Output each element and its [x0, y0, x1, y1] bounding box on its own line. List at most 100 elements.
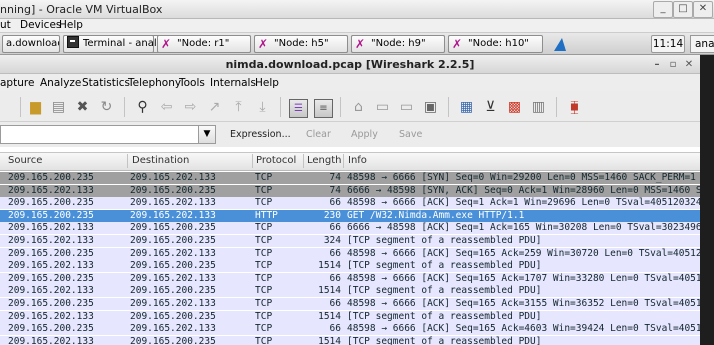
vbox-maximize-button[interactable]: □	[673, 1, 693, 18]
packet-length: 230	[323, 209, 341, 221]
table-row[interactable]: 209.165.202.133 209.165.200.235 TCP 1514 [TC…	[0, 285, 700, 298]
packet-info: 48598 → 6666 [ACK] Seq=165 Ack=259 Win=3…	[347, 247, 700, 259]
menu-tools[interactable]: Tools	[179, 77, 205, 89]
find-icon[interactable]: ⚲	[134, 99, 151, 116]
table-row[interactable]: 209.165.200.235 209.165.202.133 TCP 74 48598…	[0, 172, 700, 184]
save-filter-button[interactable]: Save	[399, 129, 422, 140]
display-filter-input[interactable]	[0, 125, 200, 144]
packet-destination: 209.165.200.235	[130, 222, 216, 234]
expression-button[interactable]: Expression...	[230, 129, 291, 140]
open-file-icon[interactable]: ▆	[27, 99, 44, 116]
terminal-icon	[67, 36, 79, 48]
packet-protocol: TCP	[255, 260, 273, 272]
packet-protocol: TCP	[255, 184, 273, 196]
packet-info: 48598 → 6666 [ACK] Seq=165 Ack=4603 Win=…	[347, 323, 700, 335]
clear-button[interactable]: Clear	[306, 129, 331, 140]
table-row[interactable]: 209.165.202.133 209.165.200.235 TCP 324 [TCP…	[0, 235, 700, 247]
ws-minimize-button[interactable]: –	[650, 58, 664, 72]
menu-help[interactable]: Help	[255, 77, 279, 89]
preferences-icon[interactable]: ▥	[530, 99, 547, 116]
table-row[interactable]: 209.165.202.133 209.165.200.235 TCP 1514 [TC…	[0, 335, 700, 345]
packet-protocol: TCP	[255, 197, 273, 209]
packet-protocol: TCP	[255, 222, 273, 234]
packet-length: 66	[329, 247, 341, 259]
chevron-down-icon[interactable]: ▼	[198, 125, 216, 144]
table-row[interactable]: 209.165.200.235 209.165.202.133 TCP 66 48598…	[0, 323, 700, 336]
taskbar-item-node-h10[interactable]: ✗ "Node: h10"	[448, 35, 543, 53]
display-filters-icon[interactable]: ⊻	[482, 99, 499, 116]
help-icon[interactable]: ⧯	[566, 99, 583, 116]
table-row[interactable]: 209.165.200.235 209.165.202.133 TCP 66 48598…	[0, 298, 700, 310]
vbox-menu-devices[interactable]: Devices	[20, 19, 61, 31]
menu-internals[interactable]: Internals	[210, 77, 256, 89]
zoom-in-icon[interactable]: ⌂	[350, 99, 367, 116]
taskbar-item-analyst[interactable]: analy	[690, 35, 714, 53]
column-protocol[interactable]: Protocol	[256, 154, 296, 168]
vbox-minimize-button[interactable]: _	[653, 1, 673, 18]
virtualbox-title-bar[interactable]: nning] - Oracle VM VirtualBox _ □ ✕	[0, 0, 714, 19]
packet-info: [TCP segment of a reassembled PDU]	[347, 310, 542, 322]
packet-destination: 209.165.202.133	[130, 172, 216, 183]
capture-filters-icon[interactable]: ▦	[458, 99, 475, 116]
table-row[interactable]: 209.165.200.235 209.165.202.133 TCP 66 48598…	[0, 197, 700, 210]
taskbar-item-node-h9-front[interactable]: ✗ "Node: h9"	[351, 35, 445, 53]
go-first-icon[interactable]: ⤒	[230, 99, 247, 116]
packet-source: 209.165.202.133	[8, 260, 94, 272]
vbox-close-button[interactable]: ✕	[693, 1, 713, 18]
column-destination[interactable]: Destination	[132, 154, 189, 168]
packet-source: 209.165.202.133	[8, 184, 94, 196]
x-window-icon: ✗	[258, 37, 269, 51]
coloring-rules-icon[interactable]: ▩	[506, 99, 523, 116]
packet-info: 48598 → 6666 [ACK] Seq=1 Ack=1 Win=29696…	[347, 197, 700, 209]
table-row[interactable]: 209.165.202.133 209.165.200.235 TCP 1514 [TC…	[0, 260, 700, 273]
wireshark-fin-icon[interactable]	[548, 35, 574, 53]
taskbar-item-terminal-front[interactable]: Terminal - analys...	[63, 35, 154, 53]
normal-size-icon[interactable]: ▭	[398, 99, 415, 116]
table-row[interactable]: 209.165.200.235 209.165.202.133 TCP 66 48598…	[0, 247, 700, 260]
column-length[interactable]: Length	[307, 154, 342, 168]
wireshark-title-bar[interactable]: nimda.download.pcap [Wireshark 2.2.5] – …	[0, 55, 700, 74]
auto-scroll-icon[interactable]: ≡	[314, 99, 333, 118]
reload-icon[interactable]: ↻	[98, 99, 115, 116]
packet-length: 1514	[318, 260, 341, 272]
table-row-selected[interactable]: 209.165.200.235 209.165.202.133 HTTP 230 GET…	[0, 209, 700, 222]
vbox-menu-help[interactable]: Help	[59, 19, 83, 31]
colorize-icon[interactable]: ☰	[289, 99, 308, 118]
packet-list[interactable]: Source Destination Protocol Length Info …	[0, 147, 700, 345]
go-back-icon[interactable]: ⇦	[158, 99, 175, 116]
apply-button[interactable]: Apply	[351, 129, 378, 140]
menu-analyze[interactable]: Analyze	[40, 77, 81, 89]
x-window-icon: ✗	[355, 37, 366, 51]
close-file-icon[interactable]: ✖	[74, 99, 91, 116]
table-row[interactable]: 209.165.202.133 209.165.200.235 TCP 66 6666 …	[0, 222, 700, 235]
vbox-scrollbar[interactable]	[700, 55, 714, 345]
packet-destination: 209.165.200.235	[130, 335, 216, 345]
menu-telephony[interactable]: Telephony	[128, 77, 181, 89]
table-row[interactable]: 209.165.200.235 209.165.202.133 TCP 66 48598…	[0, 272, 700, 285]
taskbar-item-node-r1-front[interactable]: ✗ "Node: r1"	[157, 35, 251, 53]
ws-maximize-button[interactable]: ▫	[666, 58, 680, 72]
packet-source: 209.165.202.133	[8, 335, 94, 345]
packet-protocol: TCP	[255, 310, 273, 322]
packet-source: 209.165.200.235	[8, 272, 94, 284]
column-source[interactable]: Source	[8, 154, 42, 168]
packet-destination: 209.165.202.133	[130, 209, 216, 221]
go-forward-icon[interactable]: ⇨	[182, 99, 199, 116]
resize-columns-icon[interactable]: ▣	[422, 99, 439, 116]
packet-length: 66	[329, 222, 341, 234]
table-row[interactable]: 209.165.202.133 209.165.200.235 TCP 1514 [TC…	[0, 310, 700, 323]
packet-destination: 209.165.202.133	[130, 298, 216, 309]
vbox-menu-machine[interactable]: ut	[0, 19, 11, 31]
column-info[interactable]: Info	[348, 154, 367, 168]
menu-capture[interactable]: apture	[0, 77, 34, 89]
taskbar-item-label: "Node: r1"	[177, 38, 230, 49]
go-to-packet-icon[interactable]: ↗	[206, 99, 223, 116]
go-last-icon[interactable]: ⤓	[254, 99, 271, 116]
menu-statistics[interactable]: Statistics	[82, 77, 130, 89]
save-file-icon[interactable]: ▤	[50, 99, 67, 116]
taskbar-item-node-h5-front[interactable]: ✗ "Node: h5"	[254, 35, 348, 53]
packet-info: [TCP segment of a reassembled PDU]	[347, 285, 542, 297]
zoom-out-icon[interactable]: ▭	[374, 99, 391, 116]
table-row[interactable]: 209.165.202.133 209.165.200.235 TCP 74 6666 …	[0, 184, 700, 197]
ws-close-button[interactable]: ✕	[682, 58, 696, 72]
